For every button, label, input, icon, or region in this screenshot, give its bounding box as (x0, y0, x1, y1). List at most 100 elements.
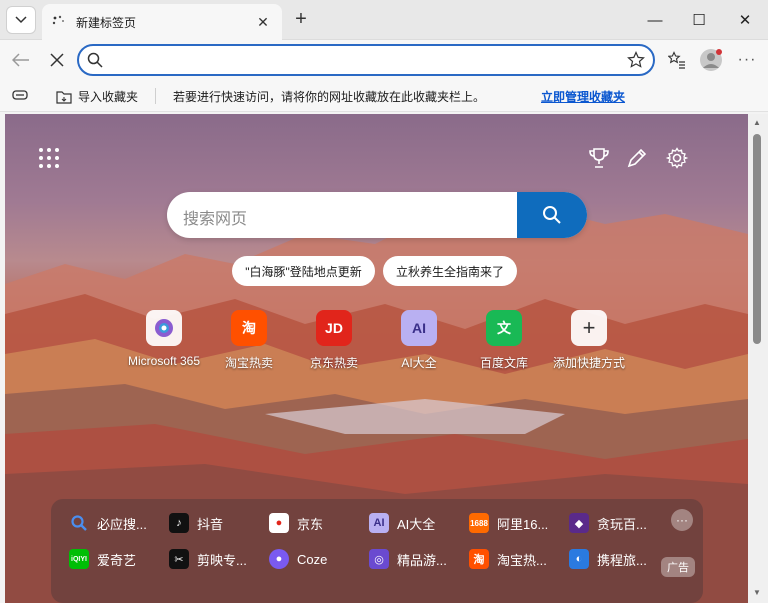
close-window-button[interactable]: ✕ (722, 0, 768, 40)
search-input[interactable]: 搜索网页 (183, 205, 247, 229)
add-shortcut-button[interactable]: + 添加快捷方式 (544, 310, 634, 371)
douyin-icon: ♪ (169, 513, 189, 533)
back-button[interactable] (6, 46, 36, 74)
dock-item-ctrip[interactable]: ◐ 携程旅... (569, 548, 647, 570)
dock-item-label: 携程旅... (597, 552, 647, 568)
bing-search-icon (69, 513, 89, 533)
title-bar: 新建标签页 ✕ + — ☐ ✕ (0, 0, 768, 40)
quick-link-label: AI大全 (401, 356, 437, 370)
ctrip-icon: ◐ (569, 549, 589, 569)
tab-actions-button[interactable] (6, 6, 36, 34)
loading-icon (52, 15, 66, 29)
dock-item-label: AI大全 (397, 516, 436, 532)
dock-item-label: 京东 (297, 516, 324, 532)
dock-item-jd[interactable]: ● 京东 (269, 512, 323, 534)
gamepad-icon: ◎ (369, 549, 389, 569)
favorites-bar: 导入收藏夹 若要进行快速访问，请将你的网址收藏放在此收藏夹栏上。 立即管理收藏夹 (0, 80, 768, 112)
ad-badge[interactable]: 广告 (661, 557, 695, 577)
sponsored-links-panel: 必应搜... ♪ 抖音 ● 京东 AI AI大全 1688 阿里16... ◆ … (51, 499, 703, 603)
favorites-button[interactable] (662, 46, 692, 74)
rewards-trophy-icon[interactable] (587, 146, 611, 170)
scroll-down-icon[interactable]: ▼ (753, 588, 761, 597)
1688-icon: 1688 (469, 513, 489, 533)
quick-link-label: 添加快捷方式 (552, 356, 625, 370)
new-tab-page: 搜索网页 "白海豚"登陆地点更新 立秋养生全指南来了 Microsoft 365… (5, 114, 748, 603)
chevron-down-icon (15, 16, 27, 24)
dock-item-iqiyi[interactable]: iQIYI 爱奇艺 (69, 548, 136, 570)
dock-item-ai[interactable]: AI AI大全 (369, 512, 435, 534)
collections-icon (12, 90, 28, 100)
dock-item-label: 抖音 (197, 516, 224, 532)
search-button[interactable] (517, 192, 587, 238)
page-settings-gear-icon[interactable] (665, 146, 689, 170)
navigation-bar: ··· (0, 40, 768, 80)
quick-link-taobao[interactable]: 淘 淘宝热卖 (204, 310, 294, 371)
dock-item-games[interactable]: ◎ 精品游... (369, 548, 447, 570)
profile-button[interactable] (696, 46, 726, 74)
trending-pill-1[interactable]: 立秋养生全指南来了 (383, 256, 517, 286)
more-icon: ··· (737, 51, 757, 68)
dock-item-bing[interactable]: 必应搜... (69, 512, 147, 534)
dock-item-1688[interactable]: 1688 阿里16... (469, 512, 548, 534)
dock-item-label: Coze (297, 551, 328, 567)
manage-favorites-link[interactable]: 立即管理收藏夹 (541, 88, 625, 105)
address-bar[interactable] (77, 44, 655, 76)
taobao-icon: 淘 (231, 310, 267, 346)
add-favorite-star-icon[interactable] (627, 51, 645, 69)
quick-link-label: 淘宝热卖 (224, 356, 273, 370)
dock-item-label: 精品游... (397, 552, 447, 568)
import-favorites-button[interactable]: 导入收藏夹 (56, 88, 138, 105)
dock-more-button[interactable]: ··· (671, 509, 693, 531)
web-search-box[interactable]: 搜索网页 (167, 192, 587, 238)
search-icon (543, 206, 561, 224)
wenku-icon: 文 (486, 310, 522, 346)
stop-loading-button[interactable] (42, 46, 72, 74)
dock-item-label: 淘宝热... (497, 552, 547, 568)
plus-icon: + (571, 310, 607, 346)
quick-link-label: 京东热卖 (309, 356, 358, 370)
minimize-button[interactable]: — (632, 0, 678, 40)
import-favorites-label: 导入收藏夹 (78, 90, 139, 104)
apps-launcher-icon[interactable] (39, 148, 59, 168)
quick-link-wenku[interactable]: 文 百度文库 (459, 310, 549, 371)
trending-pill-0[interactable]: "白海豚"登陆地点更新 (232, 256, 375, 286)
tab-new-tab[interactable]: 新建标签页 ✕ (42, 4, 282, 40)
dock-item-label: 剪映专... (197, 552, 247, 568)
dock-item-coze[interactable]: ● Coze (269, 548, 327, 570)
search-icon (87, 52, 103, 68)
favorites-list-icon (668, 51, 685, 69)
dock-item-label: 贪玩百... (597, 516, 647, 532)
vertical-scrollbar[interactable]: ▲ ▼ (748, 114, 768, 603)
quick-link-label: 百度文库 (479, 356, 528, 370)
taobao-icon: 淘 (469, 549, 489, 569)
ai-icon: AI (369, 513, 389, 533)
dock-item-label: 爱奇艺 (97, 552, 137, 568)
new-tab-button[interactable]: + (290, 8, 312, 30)
close-tab-icon[interactable]: ✕ (254, 13, 272, 31)
dock-item-douyin[interactable]: ♪ 抖音 (169, 512, 223, 534)
quick-link-ai[interactable]: AI AI大全 (374, 310, 464, 371)
microsoft365-icon (146, 310, 182, 346)
collections-button[interactable] (12, 88, 28, 102)
dock-item-capcut[interactable]: ✂ 剪映专... (169, 548, 247, 570)
settings-more-button[interactable]: ··· (732, 46, 762, 74)
dock-item-game[interactable]: ◆ 贪玩百... (569, 512, 647, 534)
capcut-icon: ✂ (169, 549, 189, 569)
avatar (700, 49, 722, 71)
arrow-left-icon (12, 53, 29, 67)
tab-title: 新建标签页 (76, 15, 137, 30)
scroll-up-icon[interactable]: ▲ (753, 118, 761, 127)
scrollbar-thumb[interactable] (753, 134, 761, 344)
edit-pencil-icon[interactable] (625, 146, 649, 170)
quick-link-jd[interactable]: JD 京东热卖 (289, 310, 379, 371)
game-icon: ◆ (569, 513, 589, 533)
jd-icon: ● (269, 513, 289, 533)
quick-link-label: Microsoft 365 (127, 354, 201, 368)
stop-icon (50, 53, 64, 67)
quick-link-microsoft365[interactable]: Microsoft 365 (119, 310, 209, 368)
maximize-button[interactable]: ☐ (676, 0, 722, 40)
divider (155, 88, 156, 104)
dock-item-taobao[interactable]: 淘 淘宝热... (469, 548, 547, 570)
jd-icon: JD (316, 310, 352, 346)
favorites-hint: 若要进行快速访问，请将你的网址收藏放在此收藏夹栏上。 (173, 90, 486, 104)
